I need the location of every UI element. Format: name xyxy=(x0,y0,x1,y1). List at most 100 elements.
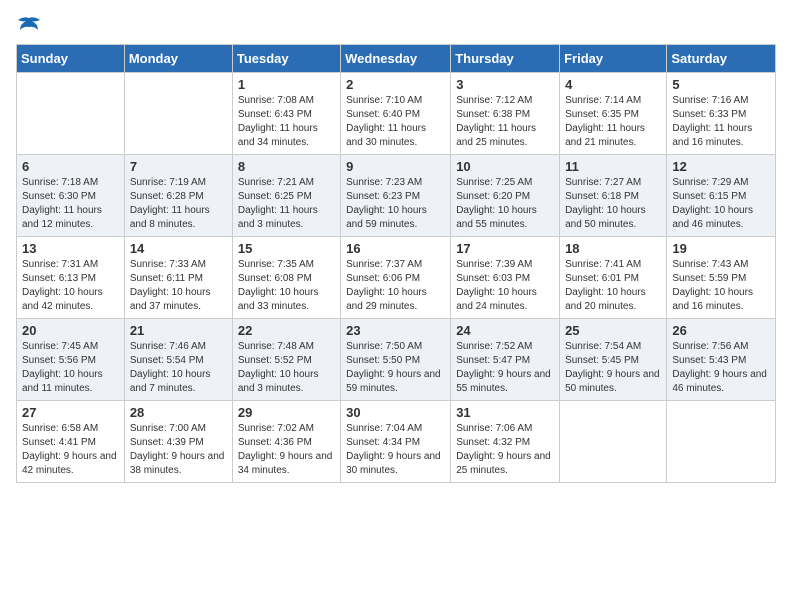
day-info: Sunrise: 7:04 AM Sunset: 4:34 PM Dayligh… xyxy=(346,422,445,478)
day-number: 1 xyxy=(238,77,335,92)
calendar-cell: 10 Sunrise: 7:25 AM Sunset: 6:20 PM Dayli… xyxy=(451,155,560,237)
calendar-cell: 13 Sunrise: 7:31 AM Sunset: 6:13 PM Dayli… xyxy=(17,237,125,319)
calendar-cell: 3Sunrise: 7:12 AM Sunset: 6:38 PM Daylig… xyxy=(451,73,560,155)
day-info: Sunrise: 7:27 AM Sunset: 6:18 PM Dayligh… xyxy=(565,176,661,232)
day-info: Sunrise: 7:14 AM Sunset: 6:35 PM Dayligh… xyxy=(565,94,661,150)
calendar-cell: 9 Sunrise: 7:23 AM Sunset: 6:23 PM Daylig… xyxy=(341,155,451,237)
day-info: Sunrise: 7:37 AM Sunset: 6:06 PM Dayligh… xyxy=(346,258,445,314)
calendar-header-monday: Monday xyxy=(124,45,232,73)
calendar-cell: 30 Sunrise: 7:04 AM Sunset: 4:34 PM Dayli… xyxy=(341,401,451,483)
day-number: 8 xyxy=(238,159,335,174)
day-number: 12 xyxy=(672,159,770,174)
calendar-cell: 16 Sunrise: 7:37 AM Sunset: 6:06 PM Dayli… xyxy=(341,237,451,319)
day-info: Sunrise: 7:45 AM Sunset: 5:56 PM Dayligh… xyxy=(22,340,119,396)
calendar-week-row: 27 Sunrise: 6:58 AM Sunset: 4:41 PM Dayli… xyxy=(17,401,776,483)
day-info: Sunrise: 7:48 AM Sunset: 5:52 PM Dayligh… xyxy=(238,340,335,396)
day-info: Sunrise: 7:18 AM Sunset: 6:30 PM Dayligh… xyxy=(22,176,119,232)
calendar-cell: 25Sunrise: 7:54 AM Sunset: 5:45 PM Dayli… xyxy=(560,319,667,401)
day-number: 13 xyxy=(22,241,119,256)
day-number: 16 xyxy=(346,241,445,256)
day-number: 4 xyxy=(565,77,661,92)
calendar-cell xyxy=(667,401,776,483)
calendar-header-saturday: Saturday xyxy=(667,45,776,73)
calendar-cell: 6 Sunrise: 7:18 AM Sunset: 6:30 PM Daylig… xyxy=(17,155,125,237)
day-info: Sunrise: 7:52 AM Sunset: 5:47 PM Dayligh… xyxy=(456,340,554,396)
calendar-cell xyxy=(560,401,667,483)
day-info: Sunrise: 7:10 AM Sunset: 6:40 PM Dayligh… xyxy=(346,94,445,150)
day-info: Sunrise: 7:41 AM Sunset: 6:01 PM Dayligh… xyxy=(565,258,661,314)
day-info: Sunrise: 7:31 AM Sunset: 6:13 PM Dayligh… xyxy=(22,258,119,314)
calendar-header-wednesday: Wednesday xyxy=(341,45,451,73)
day-number: 29 xyxy=(238,405,335,420)
day-info: Sunrise: 7:00 AM Sunset: 4:39 PM Dayligh… xyxy=(130,422,227,478)
calendar-cell: 12 Sunrise: 7:29 AM Sunset: 6:15 PM Dayli… xyxy=(667,155,776,237)
day-number: 11 xyxy=(565,159,661,174)
day-number: 21 xyxy=(130,323,227,338)
calendar-cell: 24 Sunrise: 7:52 AM Sunset: 5:47 PM Dayli… xyxy=(451,319,560,401)
day-info: Sunrise: 7:02 AM Sunset: 4:36 PM Dayligh… xyxy=(238,422,335,478)
day-number: 7 xyxy=(130,159,227,174)
calendar-header-sunday: Sunday xyxy=(17,45,125,73)
logo xyxy=(16,16,42,36)
day-number: 15 xyxy=(238,241,335,256)
calendar-cell: 19Sunrise: 7:43 AM Sunset: 5:59 PM Dayli… xyxy=(667,237,776,319)
day-number: 26 xyxy=(672,323,770,338)
day-number: 28 xyxy=(130,405,227,420)
day-number: 17 xyxy=(456,241,554,256)
day-info: Sunrise: 7:39 AM Sunset: 6:03 PM Dayligh… xyxy=(456,258,554,314)
day-number: 24 xyxy=(456,323,554,338)
day-info: Sunrise: 7:23 AM Sunset: 6:23 PM Dayligh… xyxy=(346,176,445,232)
calendar-cell xyxy=(17,73,125,155)
calendar-cell: 18 Sunrise: 7:41 AM Sunset: 6:01 PM Dayli… xyxy=(560,237,667,319)
day-info: Sunrise: 7:56 AM Sunset: 5:43 PM Dayligh… xyxy=(672,340,770,396)
day-info: Sunrise: 6:58 AM Sunset: 4:41 PM Dayligh… xyxy=(22,422,119,478)
day-number: 23 xyxy=(346,323,445,338)
day-number: 5 xyxy=(672,77,770,92)
calendar-cell: 17 Sunrise: 7:39 AM Sunset: 6:03 PM Dayli… xyxy=(451,237,560,319)
calendar-cell: 2 Sunrise: 7:10 AM Sunset: 6:40 PM Daylig… xyxy=(341,73,451,155)
calendar-week-row: 1Sunrise: 7:08 AM Sunset: 6:43 PM Daylig… xyxy=(17,73,776,155)
day-info: Sunrise: 7:25 AM Sunset: 6:20 PM Dayligh… xyxy=(456,176,554,232)
calendar-cell: 1Sunrise: 7:08 AM Sunset: 6:43 PM Daylig… xyxy=(232,73,340,155)
calendar-cell: 15 Sunrise: 7:35 AM Sunset: 6:08 PM Dayli… xyxy=(232,237,340,319)
calendar-cell: 14 Sunrise: 7:33 AM Sunset: 6:11 PM Dayli… xyxy=(124,237,232,319)
day-number: 25 xyxy=(565,323,661,338)
day-info: Sunrise: 7:35 AM Sunset: 6:08 PM Dayligh… xyxy=(238,258,335,314)
calendar-cell: 27 Sunrise: 6:58 AM Sunset: 4:41 PM Dayli… xyxy=(17,401,125,483)
calendar-cell: 26 Sunrise: 7:56 AM Sunset: 5:43 PM Dayli… xyxy=(667,319,776,401)
calendar-cell: 22 Sunrise: 7:48 AM Sunset: 5:52 PM Dayli… xyxy=(232,319,340,401)
day-info: Sunrise: 7:12 AM Sunset: 6:38 PM Dayligh… xyxy=(456,94,554,150)
calendar-header-row: SundayMondayTuesdayWednesdayThursdayFrid… xyxy=(17,45,776,73)
day-number: 14 xyxy=(130,241,227,256)
day-number: 30 xyxy=(346,405,445,420)
calendar-header-thursday: Thursday xyxy=(451,45,560,73)
calendar-header-friday: Friday xyxy=(560,45,667,73)
day-number: 2 xyxy=(346,77,445,92)
calendar-cell: 20 Sunrise: 7:45 AM Sunset: 5:56 PM Dayli… xyxy=(17,319,125,401)
calendar-cell: 8Sunrise: 7:21 AM Sunset: 6:25 PM Daylig… xyxy=(232,155,340,237)
calendar-week-row: 6 Sunrise: 7:18 AM Sunset: 6:30 PM Daylig… xyxy=(17,155,776,237)
calendar-header-tuesday: Tuesday xyxy=(232,45,340,73)
calendar-cell: 7 Sunrise: 7:19 AM Sunset: 6:28 PM Daylig… xyxy=(124,155,232,237)
day-number: 9 xyxy=(346,159,445,174)
day-info: Sunrise: 7:16 AM Sunset: 6:33 PM Dayligh… xyxy=(672,94,770,150)
day-number: 10 xyxy=(456,159,554,174)
day-number: 31 xyxy=(456,405,554,420)
day-info: Sunrise: 7:29 AM Sunset: 6:15 PM Dayligh… xyxy=(672,176,770,232)
calendar-week-row: 13 Sunrise: 7:31 AM Sunset: 6:13 PM Dayli… xyxy=(17,237,776,319)
day-number: 22 xyxy=(238,323,335,338)
calendar-cell: 5 Sunrise: 7:16 AM Sunset: 6:33 PM Daylig… xyxy=(667,73,776,155)
calendar-cell: 4 Sunrise: 7:14 AM Sunset: 6:35 PM Daylig… xyxy=(560,73,667,155)
day-info: Sunrise: 7:43 AM Sunset: 5:59 PM Dayligh… xyxy=(672,258,770,314)
day-number: 27 xyxy=(22,405,119,420)
logo-bird-icon xyxy=(16,16,42,38)
calendar-cell: 11 Sunrise: 7:27 AM Sunset: 6:18 PM Dayli… xyxy=(560,155,667,237)
day-number: 18 xyxy=(565,241,661,256)
page-header xyxy=(16,16,776,36)
day-info: Sunrise: 7:19 AM Sunset: 6:28 PM Dayligh… xyxy=(130,176,227,232)
day-number: 20 xyxy=(22,323,119,338)
day-number: 6 xyxy=(22,159,119,174)
calendar-week-row: 20 Sunrise: 7:45 AM Sunset: 5:56 PM Dayli… xyxy=(17,319,776,401)
day-info: Sunrise: 7:33 AM Sunset: 6:11 PM Dayligh… xyxy=(130,258,227,314)
day-info: Sunrise: 7:46 AM Sunset: 5:54 PM Dayligh… xyxy=(130,340,227,396)
